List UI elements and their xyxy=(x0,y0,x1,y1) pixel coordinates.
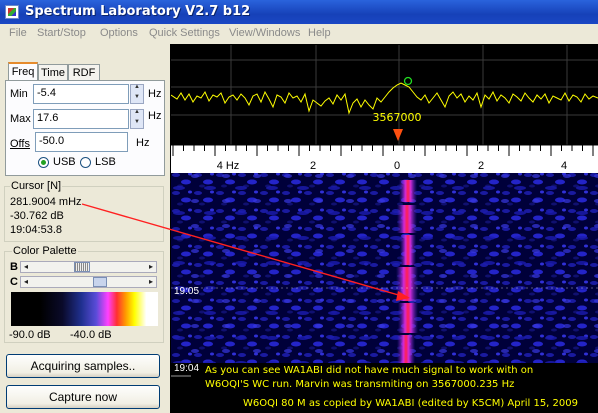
color-palette-bar[interactable] xyxy=(11,292,158,326)
menu-options[interactable]: Options xyxy=(100,27,138,39)
min-freq-spinner[interactable] xyxy=(130,84,144,104)
offs-label: Offs xyxy=(10,138,30,150)
brightness-left-arrow[interactable]: ◂ xyxy=(21,262,31,272)
annotation-line-2: W6OQI'S WC run. Marvin was transmiting o… xyxy=(205,379,515,390)
axis-tick-2-right: 2 xyxy=(478,160,484,172)
cursor-frequency: 281.9004 mHz xyxy=(10,196,82,208)
axis-tick-4hz-left: 4 Hz xyxy=(217,160,240,172)
min-label: Min xyxy=(10,88,28,100)
waterfall-time-1904: 19:04 xyxy=(174,363,199,374)
max-freq-input[interactable]: 17.6 xyxy=(33,109,129,129)
brightness-label: B xyxy=(10,261,18,273)
cursor-group-title: Cursor [N] xyxy=(10,180,63,192)
marker-frequency-label: 3567000 xyxy=(373,111,422,124)
min-unit: Hz xyxy=(148,88,162,100)
axis-tick-0: 0 xyxy=(394,160,400,172)
menu-file[interactable]: File xyxy=(9,27,27,39)
acquiring-samples-button[interactable]: Acquiring samples.. xyxy=(6,354,160,378)
lsb-radio[interactable] xyxy=(80,157,91,168)
palette-min-label: -90.0 dB xyxy=(9,329,51,341)
max-freq-spinner[interactable] xyxy=(130,109,144,129)
menu-bar: File Start/Stop Options Quick Settings V… xyxy=(0,24,598,44)
contrast-left-arrow[interactable]: ◂ xyxy=(21,277,31,287)
menu-start-stop[interactable]: Start/Stop xyxy=(37,27,86,39)
window-title: Spectrum Laboratory V2.7 b12 xyxy=(25,4,251,19)
signal-trace xyxy=(396,180,418,363)
offs-unit: Hz xyxy=(136,137,150,149)
cursor-level: -30.762 dB xyxy=(10,210,64,222)
usb-label: USB xyxy=(53,156,76,168)
capture-now-button[interactable]: Capture now xyxy=(6,385,160,409)
annotation-line-1: As you can see WA1ABI did not have much … xyxy=(205,365,534,376)
tab-freq[interactable]: Freq xyxy=(8,62,38,81)
contrast-slider[interactable]: ◂ ▸ xyxy=(20,276,157,288)
spectrum-display[interactable]: 3567000 4 Hz 2 0 2 4 19:05 19:04 xyxy=(171,45,598,413)
axis-tick-2-left: 2 xyxy=(310,160,316,172)
axis-tick-4-right: 4 xyxy=(561,160,567,172)
min-freq-input[interactable]: -5.4 xyxy=(33,84,129,104)
max-label: Max xyxy=(10,113,31,125)
contrast-label: C xyxy=(10,276,18,288)
brightness-thumb[interactable] xyxy=(74,262,90,272)
palette-max-label: -40.0 dB xyxy=(70,329,112,341)
tab-time[interactable]: Time xyxy=(38,64,68,81)
lsb-label: LSB xyxy=(95,156,116,168)
max-unit: Hz xyxy=(148,110,162,122)
tab-rdf[interactable]: RDF xyxy=(68,64,100,81)
usb-radio[interactable] xyxy=(38,157,49,168)
contrast-thumb[interactable] xyxy=(93,277,107,287)
cursor-time: 19:04:53.8 xyxy=(10,224,62,236)
contrast-right-arrow[interactable]: ▸ xyxy=(146,277,156,287)
app-icon[interactable] xyxy=(5,5,19,19)
brightness-right-arrow[interactable]: ▸ xyxy=(146,262,156,272)
title-bar: Spectrum Laboratory V2.7 b12 xyxy=(0,0,598,24)
waterfall-time-1905: 19:05 xyxy=(174,286,199,297)
brightness-slider[interactable]: ◂ ▸ xyxy=(20,261,157,273)
menu-view-windows[interactable]: View/Windows xyxy=(229,27,300,39)
annotation-footer: W6OQI 80 M as copied by WA1ABI (edited b… xyxy=(243,398,578,409)
offset-input[interactable]: -50.0 xyxy=(35,132,128,152)
menu-help[interactable]: Help xyxy=(308,27,331,39)
menu-quick-settings[interactable]: Quick Settings xyxy=(149,27,220,39)
color-palette-title: Color Palette xyxy=(12,245,78,257)
